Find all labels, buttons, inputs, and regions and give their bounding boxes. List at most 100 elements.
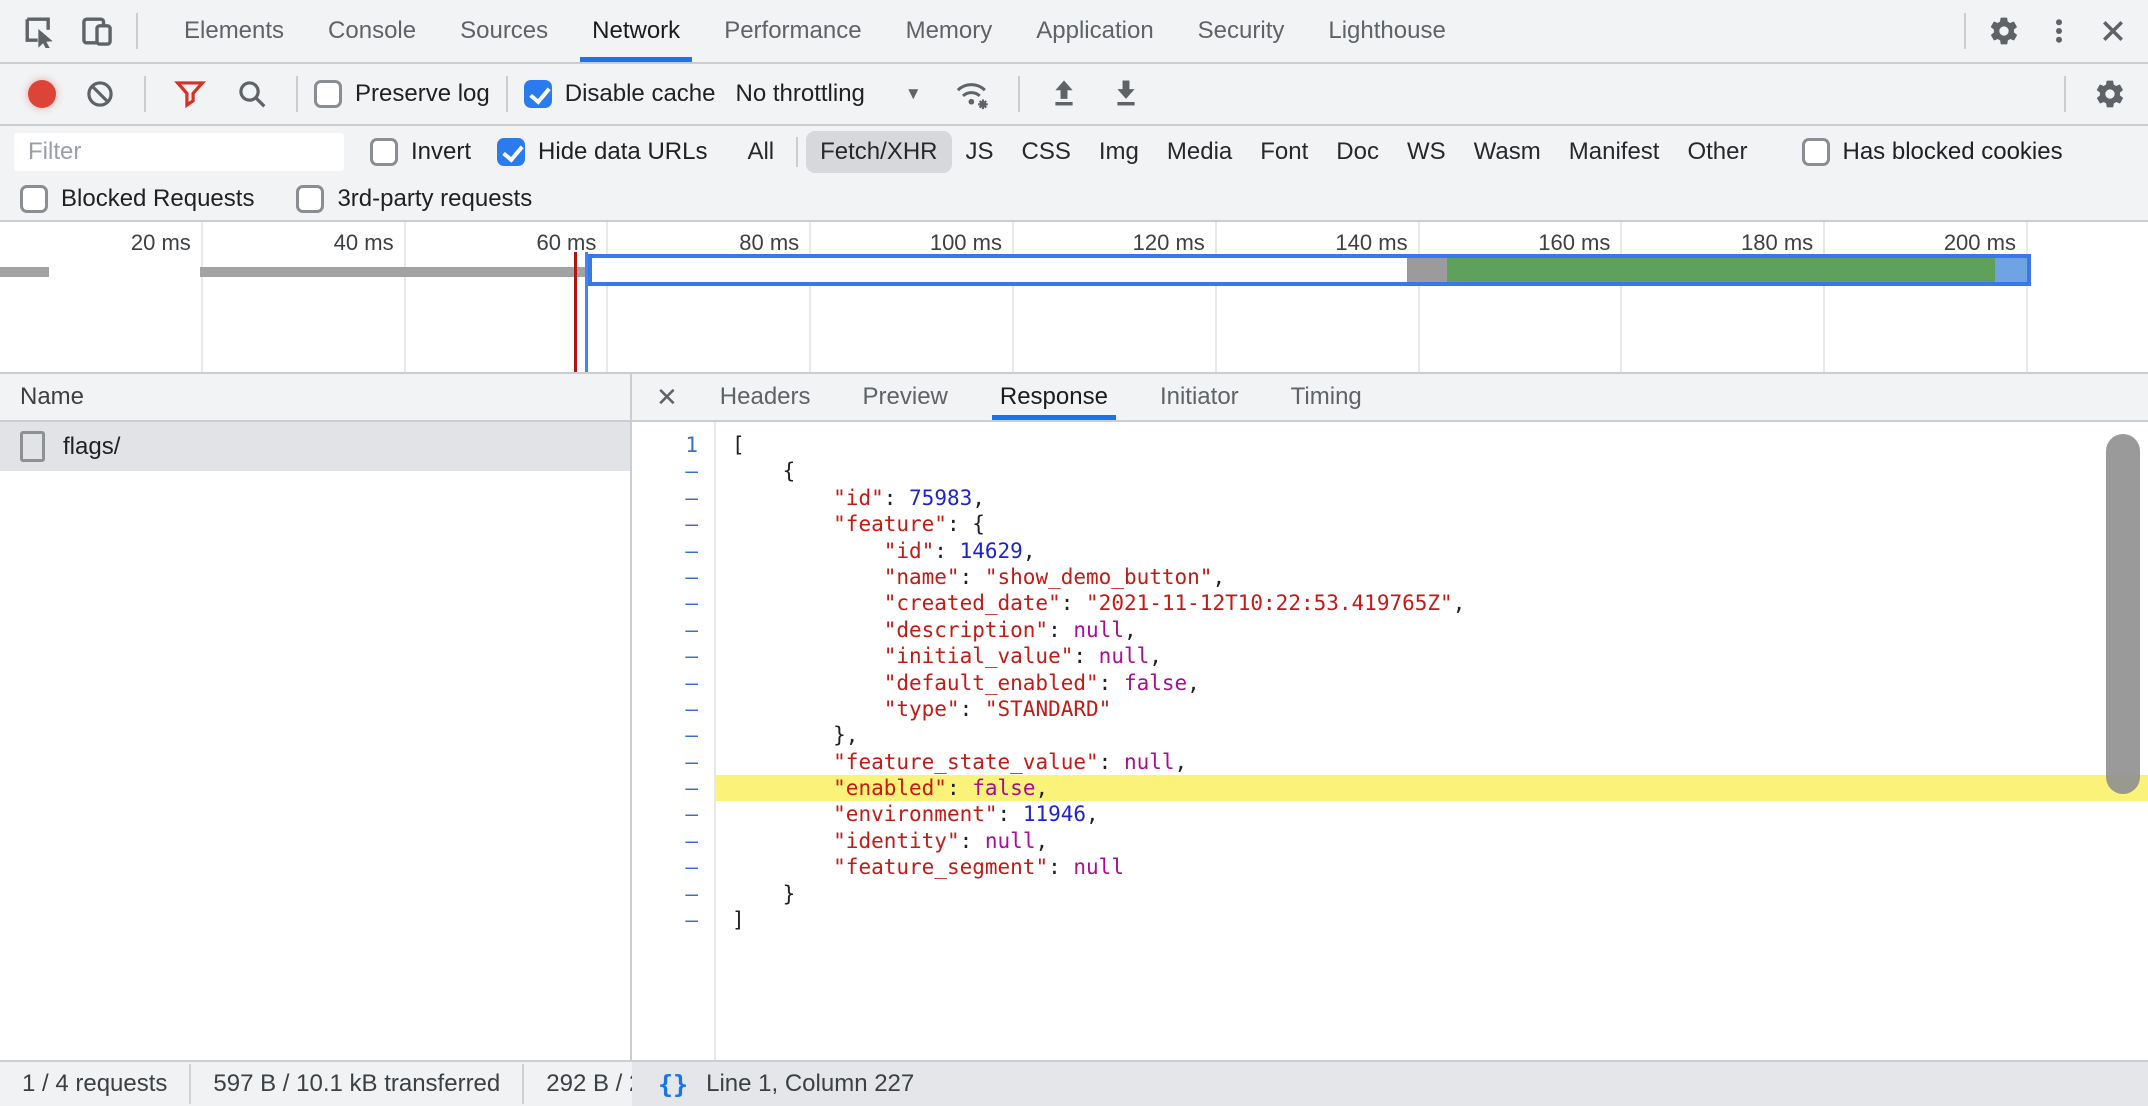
blocked-requests-checkbox[interactable] [20,185,48,213]
code-text: { [714,458,2148,484]
hide-data-urls-toggle[interactable]: Hide data URLs [497,138,707,166]
invert-checkbox[interactable] [370,138,398,166]
main-tab-performance[interactable]: Performance [702,0,883,62]
main-tab-security[interactable]: Security [1176,0,1307,62]
devtools-window: ElementsConsoleSourcesNetworkPerformance… [0,0,2148,1106]
filter-input[interactable] [14,133,344,171]
response-scrollbar-thumb[interactable] [2106,434,2140,794]
preserve-log-toggle[interactable]: Preserve log [314,80,490,108]
ruler-tick: 160 ms [1420,222,1623,372]
cursor-position: Line 1, Column 227 [706,1070,914,1098]
main-tab-lighthouse[interactable]: Lighthouse [1306,0,1467,62]
filter-type-doc[interactable]: Doc [1322,131,1393,173]
load-event-line [585,252,588,372]
request-row-flags-[interactable]: flags/ [0,422,630,471]
filter-type-fetch-xhr[interactable]: Fetch/XHR [806,131,951,173]
code-text: }, [714,722,2148,748]
code-text: } [714,881,2148,907]
disable-cache-toggle[interactable]: Disable cache [524,80,716,108]
detail-tab-timing[interactable]: Timing [1265,374,1388,420]
third-party-requests-label: 3rd-party requests [337,185,532,213]
filter-funnel-icon[interactable] [162,64,218,124]
code-text: [ [714,432,2148,458]
filter-type-font[interactable]: Font [1246,131,1322,173]
response-viewer[interactable]: 1[– {– "id": 75983,– "feature": {– "id":… [632,422,2148,1060]
code-text: "description": null, [714,617,2148,643]
filter-type-wasm[interactable]: Wasm [1460,131,1555,173]
toolbar-divider [2064,76,2066,112]
throttling-select[interactable]: No throttling ▼ [721,80,935,108]
has-blocked-cookies-label: Has blocked cookies [1843,138,2063,166]
main-tab-sources[interactable]: Sources [438,0,570,62]
line-number: – [632,696,714,722]
settings-gear-icon[interactable] [1976,0,2032,62]
line-number: – [632,907,714,933]
code-line: – "description": null, [632,617,2148,643]
detail-tabs: ✕ HeadersPreviewResponseInitiatorTiming [632,374,2148,422]
summary-item: 292 B / 2 [546,1064,632,1104]
code-line: – "id": 75983, [632,485,2148,511]
filter-type-other[interactable]: Other [1673,131,1761,173]
has-blocked-cookies-checkbox[interactable] [1802,138,1830,166]
request-bar-segment [592,258,1407,282]
inspect-element-icon[interactable] [10,0,68,62]
close-icon[interactable] [2086,0,2148,62]
disable-cache-checkbox[interactable] [524,80,552,108]
clear-icon[interactable] [72,64,128,124]
timeline-overview[interactable]: 20 ms40 ms60 ms80 ms100 ms120 ms140 ms16… [0,222,2148,374]
toolbar-divider [136,13,138,49]
filter-type-img[interactable]: Img [1085,131,1153,173]
invert-toggle[interactable]: Invert [370,138,471,166]
main-tab-network[interactable]: Network [570,0,702,62]
detail-tab-response[interactable]: Response [974,374,1134,420]
device-toolbar-icon[interactable] [68,0,126,62]
import-har-icon[interactable] [1036,64,1092,124]
pretty-print-icon[interactable]: {} [658,1070,688,1099]
filter-type-js[interactable]: JS [952,131,1008,173]
code-text: "feature_segment": null [714,854,2148,880]
filter-type-all[interactable]: All [733,131,788,173]
record-button[interactable] [28,80,56,108]
hide-data-urls-checkbox[interactable] [497,138,525,166]
line-number: – [632,801,714,827]
detail-tab-initiator[interactable]: Initiator [1134,374,1265,420]
line-number: – [632,458,714,484]
more-options-icon[interactable] [2032,0,2086,62]
third-party-requests-checkbox[interactable] [296,185,324,213]
request-bar-segment [1995,258,2027,282]
has-blocked-cookies-toggle[interactable]: Has blocked cookies [1802,138,2063,166]
filter-type-css[interactable]: CSS [1008,131,1085,173]
search-icon[interactable] [224,64,280,124]
main-tab-memory[interactable]: Memory [884,0,1015,62]
code-line: – "feature_state_value": null, [632,749,2148,775]
request-bar-segment [1447,258,1995,282]
request-name: flags/ [63,433,120,461]
line-number: – [632,828,714,854]
filter-type-ws[interactable]: WS [1393,131,1460,173]
filter-type-manifest[interactable]: Manifest [1555,131,1674,173]
detail-tab-preview[interactable]: Preview [837,374,974,420]
toolbar-divider [506,76,508,112]
detail-tab-headers[interactable]: Headers [694,374,837,420]
third-party-requests-toggle[interactable]: 3rd-party requests [296,185,532,213]
export-har-icon[interactable] [1098,64,1154,124]
main-tab-console[interactable]: Console [306,0,438,62]
code-text: "feature": { [714,511,2148,537]
main-tab-application[interactable]: Application [1014,0,1175,62]
code-line: – "environment": 11946, [632,801,2148,827]
detail-close-icon[interactable]: ✕ [632,382,694,413]
name-column-header[interactable]: Name [0,374,630,422]
code-text: ] [714,907,2148,933]
network-settings-gear-icon[interactable] [2082,64,2138,124]
selected-request-bar[interactable] [588,254,2031,286]
filter-type-media[interactable]: Media [1153,131,1246,173]
code-line: – "feature": { [632,511,2148,537]
ruler-tick: 140 ms [1217,222,1420,372]
main-tab-elements[interactable]: Elements [162,0,306,62]
status-bar: 1 / 4 requests597 B / 10.1 kB transferre… [0,1060,2148,1106]
network-conditions-icon[interactable] [942,64,1002,124]
waterfall-bar [0,267,49,277]
blocked-requests-toggle[interactable]: Blocked Requests [20,185,254,213]
code-line: – } [632,881,2148,907]
preserve-log-checkbox[interactable] [314,80,342,108]
